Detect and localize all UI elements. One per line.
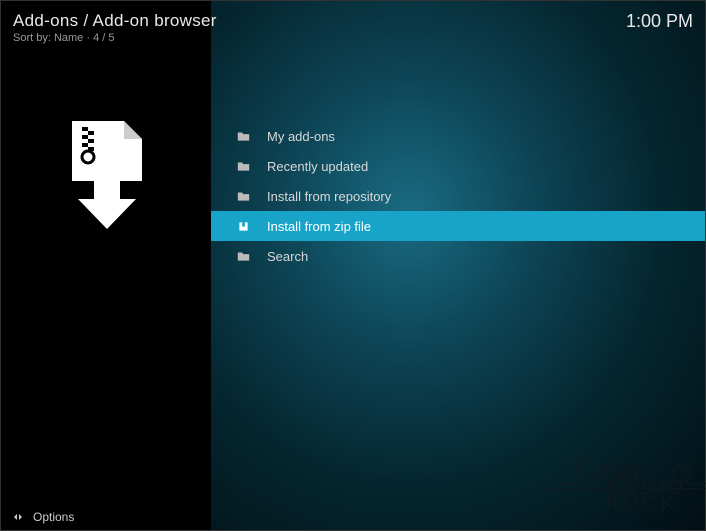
menu-label: Search [267,249,308,264]
folder-icon [235,248,251,264]
menu-item-install-zip[interactable]: Install from zip file [211,211,705,241]
main-area: My add-ons Recently updated Install from… [211,1,705,530]
header-left: Add-ons / Add-on browser Sort by: Name ·… [13,11,217,44]
menu-list: My add-ons Recently updated Install from… [211,121,705,271]
page-subtitle: Sort by: Name · 4 / 5 [13,32,217,44]
header: Add-ons / Add-on browser Sort by: Name ·… [13,11,693,44]
menu-item-my-addons[interactable]: My add-ons [211,121,705,151]
box-icon [235,218,251,234]
menu-label: My add-ons [267,129,335,144]
menu-item-search[interactable]: Search [211,241,705,271]
page-title: Add-ons / Add-on browser [13,11,217,31]
menu-label: Recently updated [267,159,368,174]
menu-label: Install from repository [267,189,391,204]
menu-item-install-repository[interactable]: Install from repository [211,181,705,211]
folder-icon [235,128,251,144]
options-label[interactable]: Options [33,510,74,524]
watermark-line3: ROCK [605,495,685,510]
options-icon[interactable] [11,510,25,524]
footer: Options [11,510,74,524]
folder-icon [235,188,251,204]
menu-item-recently-updated[interactable]: Recently updated [211,151,705,181]
menu-label: Install from zip file [267,219,371,234]
install-zip-icon [64,121,148,231]
clock: 1:00 PM [626,11,693,32]
sidebar [1,1,211,530]
folder-icon [235,158,251,174]
watermark: Cesar RADIO ROCK [575,458,685,510]
